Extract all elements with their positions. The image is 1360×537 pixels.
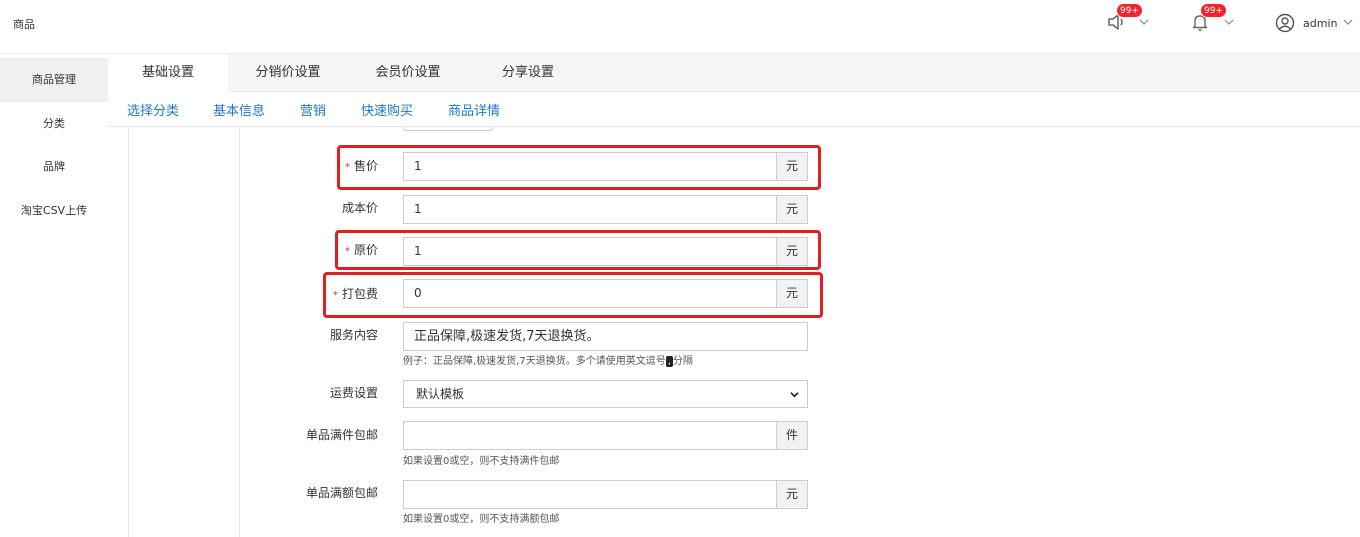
comma-mark: , — [665, 356, 673, 367]
scrolled-input-edge — [403, 127, 493, 131]
shipping-select[interactable]: 默认模板 — [403, 380, 808, 408]
service-input[interactable]: 正品保障,极速发货,7天退换货。 — [403, 322, 808, 351]
user-name[interactable]: admin — [1303, 17, 1337, 30]
service-hint: 例子：正品保障,极速发货,7天退换货。多个请使用英文逗号, 分隔 — [403, 356, 693, 367]
tab-basic-settings[interactable]: 基础设置 — [108, 54, 228, 92]
subnav-quick-buy[interactable]: 快速购买 — [361, 100, 413, 119]
chevron-down-icon[interactable] — [1343, 17, 1353, 27]
tab-member-price[interactable]: 会员价设置 — [348, 54, 468, 92]
cost-price-input[interactable]: 1 — [403, 195, 777, 224]
free-ship-amount-input[interactable] — [403, 480, 777, 509]
sidebar-item-brand[interactable]: 品牌 — [0, 145, 108, 189]
free-ship-amount-unit: 元 — [776, 480, 808, 509]
highlight-box — [335, 230, 821, 270]
free-ship-count-hint: 如果设置0或空，则不支持满件包邮 — [403, 456, 560, 467]
free-ship-count-input[interactable] — [403, 421, 777, 450]
top-bar: 商品 99+ 99+ admin — [0, 0, 1360, 54]
shipping-label: 运费设置 — [329, 386, 378, 400]
bell-button[interactable]: 99+ — [1190, 3, 1227, 34]
sidebar-item-goods-management[interactable]: 商品管理 — [0, 58, 108, 102]
tab-bar: 基础设置 分销价设置 会员价设置 分享设置 — [108, 54, 1360, 92]
sidebar: 商品管理 分类 品牌 淘宝CSV上传 — [0, 54, 108, 537]
chevron-down-icon — [790, 392, 799, 398]
section-nav: 选择分类 基本信息 营销 快速购买 商品详情 — [108, 92, 1360, 127]
shipping-selected: 默认模板 — [416, 387, 465, 401]
tab-distribution-price[interactable]: 分销价设置 — [228, 54, 348, 92]
tab-share-settings[interactable]: 分享设置 — [468, 54, 588, 92]
chevron-down-icon[interactable] — [1224, 17, 1234, 27]
chevron-down-icon[interactable] — [1139, 17, 1149, 27]
cost-price-unit: 元 — [776, 195, 808, 224]
subnav-select-category[interactable]: 选择分类 — [127, 100, 179, 119]
highlight-box — [323, 272, 823, 318]
service-label: 服务内容 — [329, 328, 378, 342]
subnav-goods-detail[interactable]: 商品详情 — [448, 100, 500, 119]
free-ship-amount-hint: 如果设置0或空，则不支持满额包邮 — [403, 514, 560, 525]
free-ship-amount-label: 单品满额包邮 — [305, 486, 378, 500]
cost-price-label: 成本价 — [341, 201, 378, 215]
subnav-marketing[interactable]: 营销 — [300, 100, 326, 119]
speaker-badge: 99+ — [1116, 3, 1143, 18]
sidebar-item-taobao-csv[interactable]: 淘宝CSV上传 — [0, 189, 108, 233]
bell-badge: 99+ — [1200, 3, 1227, 18]
highlight-box — [337, 145, 821, 190]
speaker-button[interactable]: 99+ — [1106, 3, 1143, 34]
free-ship-count-unit: 件 — [776, 421, 808, 450]
sidebar-item-category[interactable]: 分类 — [0, 102, 108, 146]
subnav-basic-info[interactable]: 基本信息 — [213, 100, 265, 119]
app-title: 商品 — [13, 18, 35, 31]
free-ship-count-label: 单品满件包邮 — [305, 428, 378, 442]
user-circle-icon[interactable] — [1275, 13, 1295, 33]
